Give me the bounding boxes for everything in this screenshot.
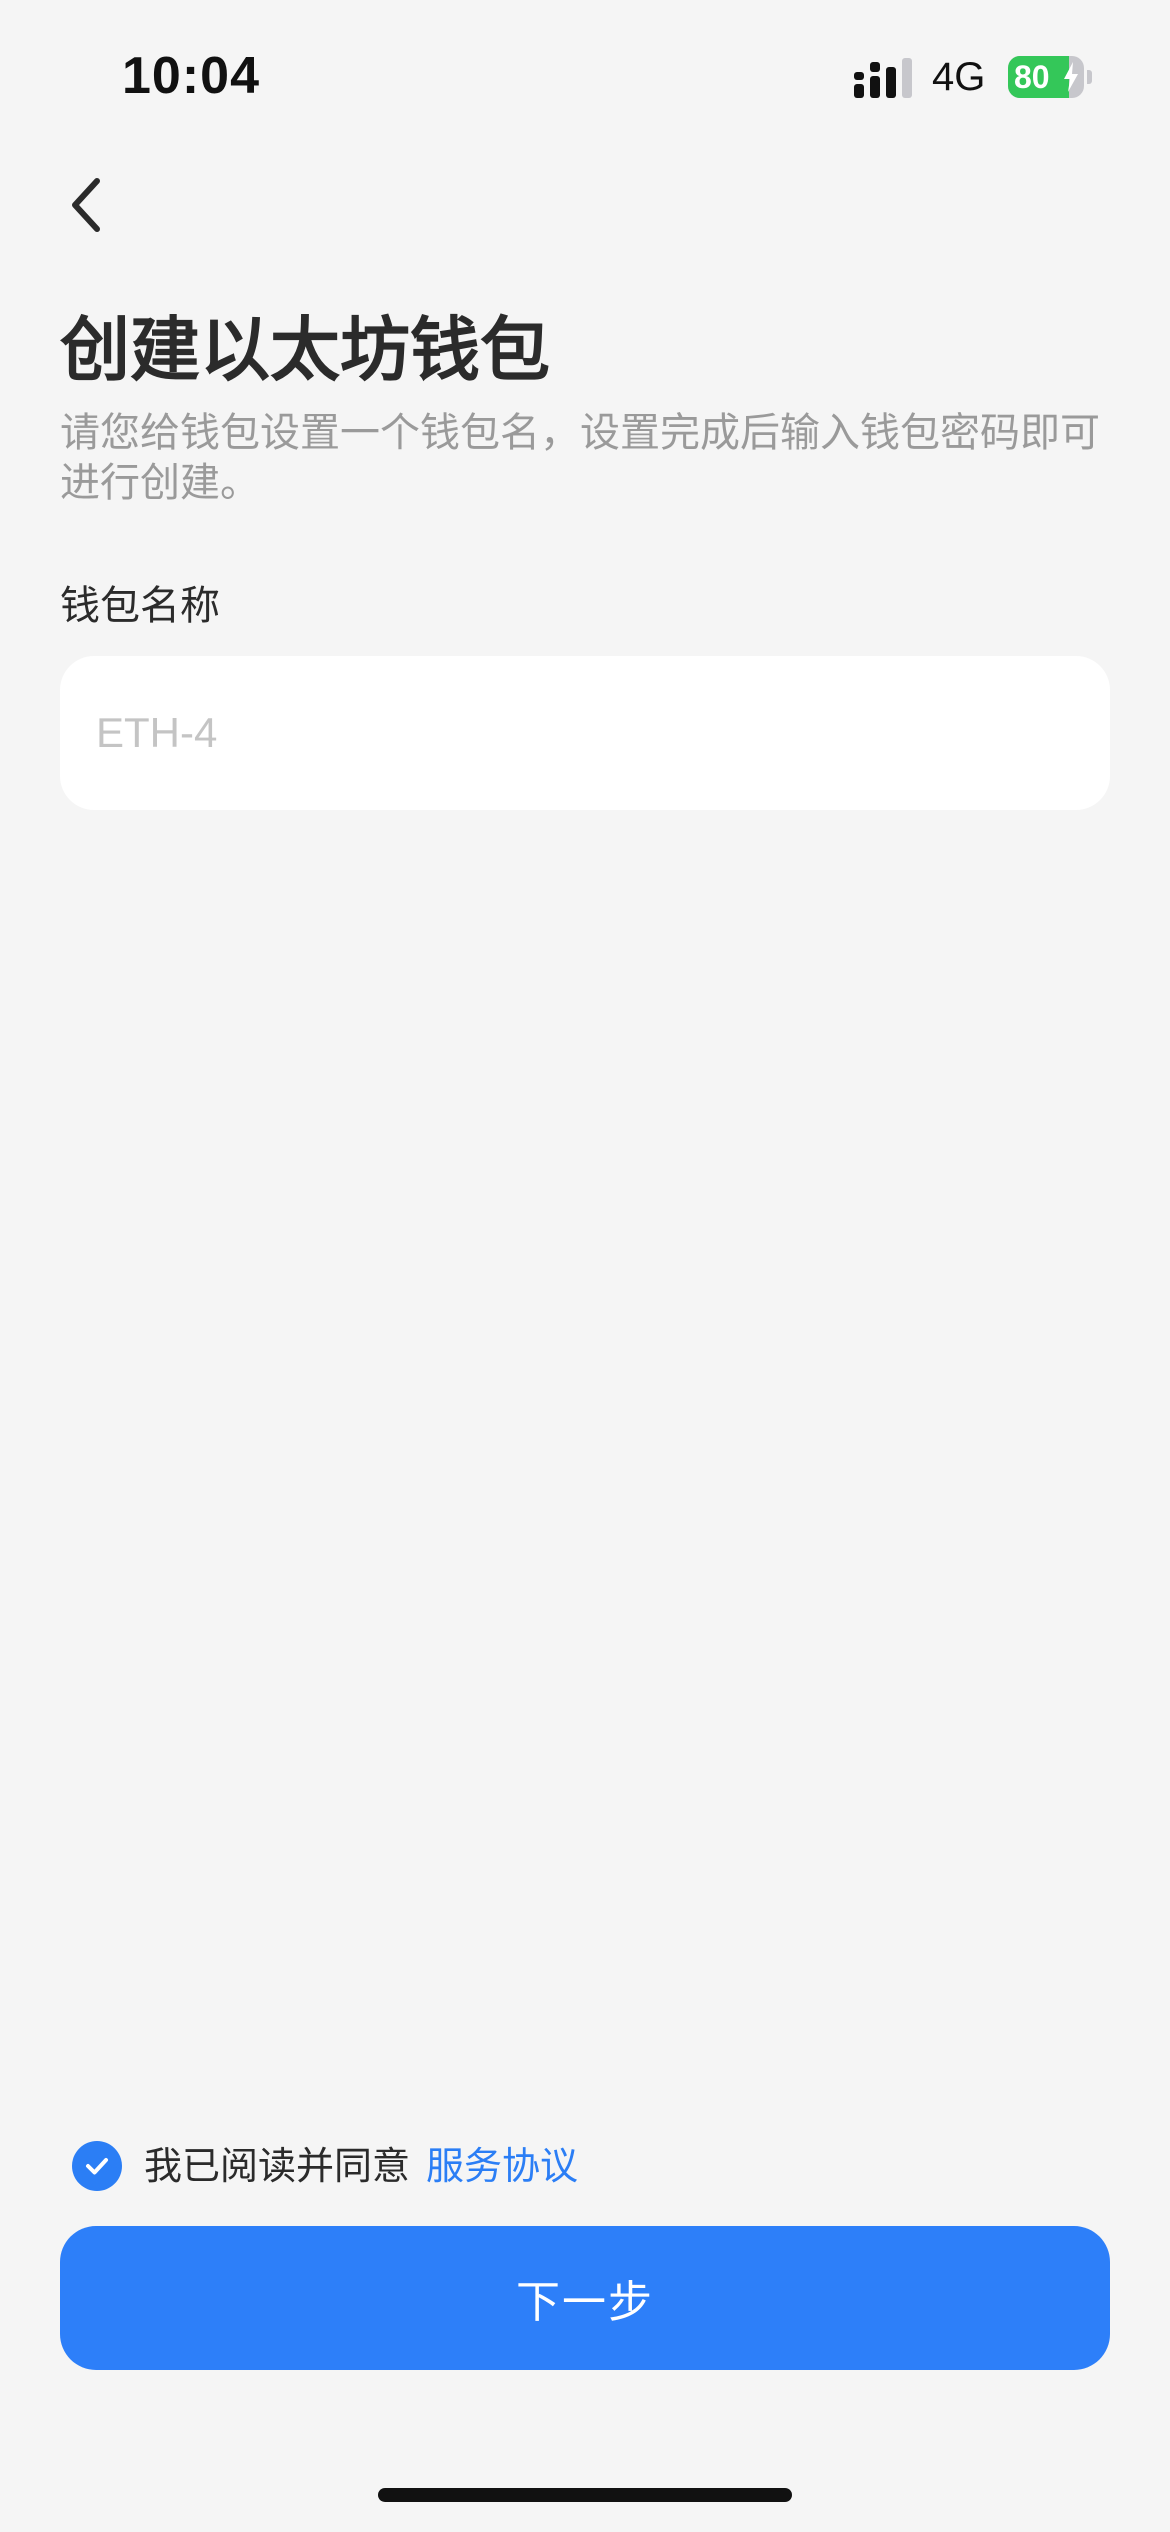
checkmark-icon [86,2158,108,2175]
battery-level: 80 [1014,59,1050,95]
agreement-row: 我已阅读并同意 服务协议 [72,2138,578,2194]
service-agreement-link[interactable]: 服务协议 [426,2138,578,2194]
wallet-name-field [60,656,1110,810]
wallet-name-input[interactable] [96,656,1076,810]
wallet-name-label: 钱包名称 [60,583,220,629]
back-button[interactable] [50,170,120,240]
battery-body: 80 [1008,56,1084,98]
chevron-left-icon [72,178,100,232]
next-step-button[interactable]: 下一步 [60,2226,1110,2370]
cellular-signal-icon [854,58,912,98]
battery-cap [1087,70,1092,84]
page-title: 创建以太坊钱包 [60,309,550,391]
agreement-text: 我已阅读并同意 [144,2144,411,2188]
charging-bolt-icon [1064,62,1078,92]
status-bar: 10:04 4G 80 [0,0,1170,150]
status-time: 10:04 [122,47,260,105]
network-type: 4G [932,55,986,99]
page-subtitle: 请您给钱包设置一个钱包名，设置完成后输入钱包密码即可进行创建。 [60,410,1100,506]
home-indicator [378,2488,792,2502]
battery-icon: 80 [1008,56,1092,98]
agree-checkbox[interactable] [72,2141,122,2191]
